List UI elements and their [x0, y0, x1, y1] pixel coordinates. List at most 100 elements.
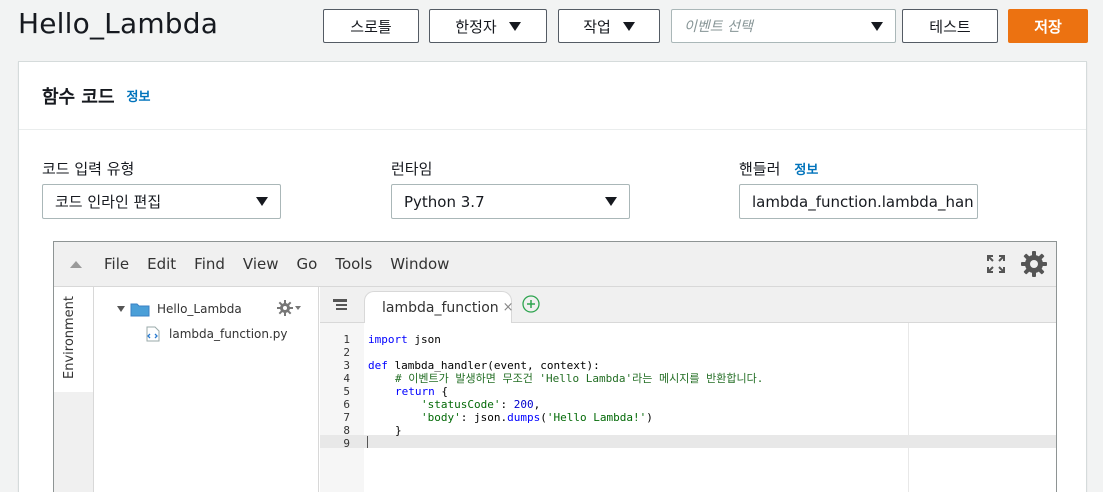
caret-down-icon: [256, 197, 268, 206]
collapse-menu-icon[interactable]: [70, 260, 82, 268]
code-token: return: [395, 385, 435, 398]
caret-down-icon: [622, 21, 635, 31]
caret-down-icon: [605, 197, 617, 206]
caret-down-icon: [508, 21, 521, 31]
tab-list-icon[interactable]: [332, 297, 348, 316]
page-title: Hello_Lambda: [18, 7, 219, 40]
runtime-value: Python 3.7: [404, 192, 485, 211]
handler-value: lambda_function.lambda_han: [752, 192, 974, 211]
qualifier-dropdown[interactable]: 한정자: [429, 9, 547, 43]
line-number: 1: [343, 333, 350, 346]
ide-menubar: File Edit Find View Go Tools Window: [54, 242, 1056, 287]
save-button-label: 저장: [1034, 17, 1062, 36]
menu-go[interactable]: Go: [297, 255, 318, 273]
throttle-button-label: 스로틀: [350, 17, 392, 36]
side-strip: [54, 392, 94, 492]
handler-label-row: 핸들러 정보: [739, 158, 818, 179]
menu-window[interactable]: Window: [390, 255, 449, 273]
code-editor: File Edit Find View Go Tools Window Envi…: [53, 241, 1057, 492]
code-token: : json.: [460, 411, 508, 424]
print-margin: [908, 323, 909, 492]
actions-label: 작업: [583, 17, 611, 36]
ide-toolbar-right: [986, 250, 1048, 282]
code-comment: # 이벤트가 발생하면 무조건 'Hello Lambda'라는 메시지를 반환…: [395, 372, 764, 385]
line-number: 2: [343, 346, 350, 359]
menu-file[interactable]: File: [104, 255, 129, 273]
menu-view[interactable]: View: [243, 255, 279, 273]
active-line-highlight: [320, 435, 1056, 448]
line-number: 5: [343, 385, 350, 398]
actions-dropdown[interactable]: 작업: [558, 9, 660, 43]
line-number: 3: [343, 359, 350, 372]
gear-icon[interactable]: [1020, 250, 1048, 282]
line-number: 6: [343, 398, 350, 411]
folder-name: Hello_Lambda: [157, 302, 242, 316]
menu-edit[interactable]: Edit: [147, 255, 176, 273]
code-token: 'Hello Lambda!': [546, 411, 647, 424]
caret-down-icon: [295, 306, 301, 310]
handler-input[interactable]: lambda_function.lambda_han: [739, 184, 978, 219]
handler-label: 핸들러: [739, 160, 781, 178]
caret-down-icon: [871, 21, 883, 31]
code-token: ): [646, 411, 653, 424]
code-line: 'body': json.dumps('Hello Lambda!'): [421, 411, 653, 424]
code-token: (: [540, 411, 547, 424]
tree-file-row[interactable]: lambda_function.py: [146, 326, 288, 342]
line-number: 7: [343, 411, 350, 424]
code-line: 'statusCode': 200,: [421, 398, 540, 411]
environment-tab-label: Environment: [62, 295, 77, 379]
tab-lambda-function[interactable]: lambda_function ×: [364, 291, 514, 323]
tab-label: lambda_function: [382, 299, 499, 316]
qualifier-label: 한정자: [455, 17, 497, 36]
function-code-title: 함수 코드: [42, 86, 115, 108]
text-cursor: [367, 436, 368, 448]
code-token: import: [368, 333, 408, 346]
save-button[interactable]: 저장: [1008, 9, 1088, 43]
function-code-header: 함수 코드 정보: [19, 62, 1086, 130]
code-token: 'body': [421, 411, 461, 424]
code-line: }: [395, 424, 402, 437]
fullscreen-icon[interactable]: [986, 254, 1006, 278]
tree-settings-icon[interactable]: [277, 300, 301, 316]
code-line: return {: [395, 385, 448, 398]
line-number: 9: [343, 437, 350, 450]
code-entry-type-select[interactable]: 코드 인라인 편집: [42, 184, 281, 219]
code-token: :: [500, 398, 514, 411]
tree-folder-row[interactable]: Hello_Lambda: [117, 301, 242, 317]
code-line: # 이벤트가 발생하면 무조건 'Hello Lambda'라는 메시지를 반환…: [395, 372, 763, 385]
function-code-info-link[interactable]: 정보: [127, 86, 151, 105]
event-select-placeholder: 이벤트 선택: [684, 19, 753, 35]
folder-icon: [130, 301, 150, 317]
expand-arrow-icon[interactable]: [117, 306, 125, 312]
python-file-icon: [146, 326, 160, 342]
close-icon[interactable]: ×: [503, 300, 514, 315]
runtime-select[interactable]: Python 3.7: [391, 184, 630, 219]
code-entry-type-label: 코드 입력 유형: [42, 160, 135, 178]
code-entry-type-value: 코드 인라인 편집: [55, 193, 162, 211]
code-token: {: [434, 385, 448, 398]
environment-tab[interactable]: Environment: [54, 287, 94, 392]
add-tab-icon[interactable]: [522, 295, 540, 317]
runtime-label: 런타임: [391, 160, 433, 178]
editor-tabbar: lambda_function ×: [320, 287, 1056, 323]
code-token: dumps: [507, 411, 541, 424]
code-token: lambda_handler(event, context):: [387, 359, 600, 372]
file-name: lambda_function.py: [169, 327, 288, 341]
handler-info-link[interactable]: 정보: [794, 159, 818, 178]
file-tree: Hello_Lambda lambda_function.py: [95, 287, 319, 492]
code-line: import json: [368, 333, 441, 346]
code-token: ,: [533, 398, 541, 411]
code-line: def lambda_handler(event, context):: [368, 359, 600, 372]
code-token: json: [407, 333, 441, 346]
code-token: 200: [513, 398, 534, 411]
line-number: 4: [343, 372, 350, 385]
line-number: 8: [343, 424, 350, 437]
throttle-button[interactable]: 스로틀: [323, 9, 419, 43]
code-token: 'statusCode': [421, 398, 501, 411]
menu-find[interactable]: Find: [194, 255, 225, 273]
menu-tools[interactable]: Tools: [335, 255, 372, 273]
test-button-label: 테스트: [929, 17, 971, 36]
event-select[interactable]: 이벤트 선택: [671, 9, 896, 43]
test-button[interactable]: 테스트: [902, 9, 998, 43]
code-token: }: [395, 424, 402, 437]
